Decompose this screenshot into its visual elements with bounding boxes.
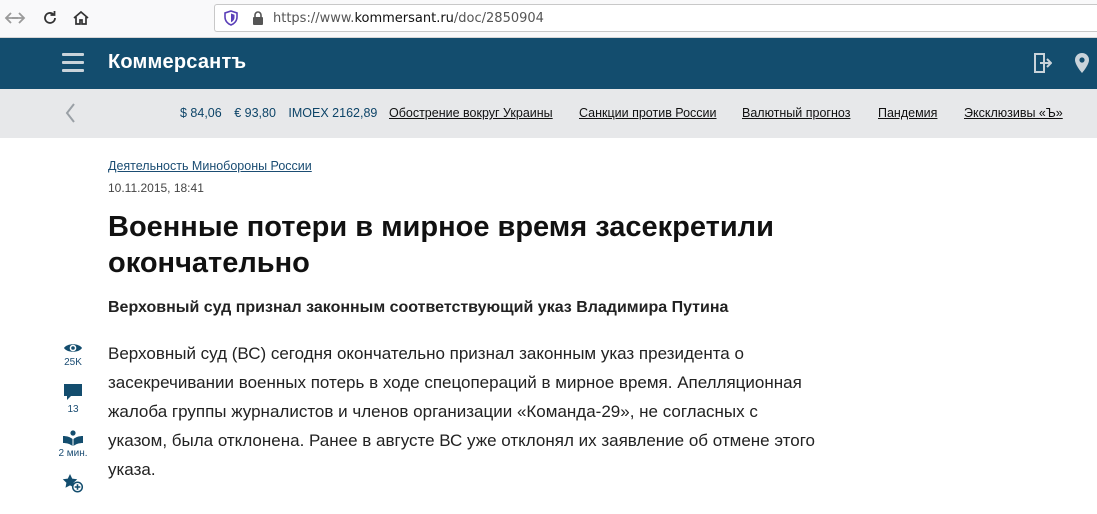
home-icon <box>73 10 89 25</box>
comments-button[interactable]: 13 <box>54 383 92 415</box>
shield-icon[interactable] <box>223 10 239 26</box>
title-line-2: окончательно <box>108 247 310 279</box>
url-prefix: https://www. <box>273 11 355 26</box>
views-count: 25K <box>64 357 82 368</box>
comments-count: 13 <box>67 404 79 415</box>
url-path: /doc/2850904 <box>453 11 544 26</box>
article-date: 10.11.2015, 18:41 <box>108 181 204 195</box>
lock-icon[interactable] <box>251 10 265 26</box>
url-text[interactable]: https://www.kommersant.ru/doc/2850904 <box>273 11 544 26</box>
chevron-left-icon[interactable] <box>64 102 78 124</box>
browser-toolbar: https://www.kommersant.ru/doc/2850904 <box>0 0 1097 38</box>
ticker-link-pandemic[interactable]: Пандемия <box>878 106 937 120</box>
read-time-label: 2 мин. <box>58 448 88 459</box>
hamburger-menu-icon[interactable] <box>62 53 84 73</box>
site-logo[interactable]: Коммерсантъ <box>108 51 246 74</box>
add-to-favorites-button[interactable] <box>54 473 92 493</box>
currency-quotes: $ 84,06 € 93,80 IMOEX 2162,89 <box>180 106 386 120</box>
article-title: Военные потери в мирное время засекретил… <box>108 209 848 281</box>
forward-button[interactable] <box>6 6 30 30</box>
home-button[interactable] <box>69 6 93 30</box>
article-body: Верховный суд (ВС) сегодня окончательно … <box>108 339 828 484</box>
address-bar[interactable]: https://www.kommersant.ru/doc/2850904 <box>214 4 1097 32</box>
usd-quote[interactable]: $ 84,06 <box>180 106 222 120</box>
body-line: указа. <box>108 460 156 479</box>
article-subtitle: Верховный суд признал законным соответст… <box>108 299 729 316</box>
site-header: Коммерсантъ <box>0 38 1097 89</box>
login-icon[interactable] <box>1032 52 1052 74</box>
url-domain: kommersant.ru <box>354 11 454 26</box>
forward-arrow-icon <box>12 12 26 24</box>
location-pin-icon[interactable] <box>1073 52 1091 74</box>
body-line: засекречивании военных потерь в ходе спе… <box>108 373 802 392</box>
views-counter: 25K <box>54 341 92 368</box>
book-icon <box>63 430 83 446</box>
reload-icon <box>44 11 56 24</box>
body-line: жалоба группы журналистов и членов орган… <box>108 402 758 421</box>
ticker-bar: $ 84,06 € 93,80 IMOEX 2162,89 Обострение… <box>0 89 1097 138</box>
imoex-quote[interactable]: IMOEX 2162,89 <box>288 106 377 120</box>
favorite-add-icon <box>62 474 84 493</box>
title-line-1: Военные потери в мирное время засекретил… <box>108 211 774 243</box>
read-time: 2 мин. <box>54 430 92 459</box>
body-line: указом, была отклонена. Ранее в августе … <box>108 431 815 450</box>
body-line: Верховный суд (ВС) сегодня окончательно … <box>108 344 744 363</box>
eur-quote[interactable]: € 93,80 <box>234 106 276 120</box>
reload-button[interactable] <box>38 6 62 30</box>
eye-icon <box>64 344 82 352</box>
ticker-link-ukraine[interactable]: Обострение вокруг Украины <box>389 106 553 120</box>
ticker-link-exclusives[interactable]: Эксклюзивы «Ъ» <box>964 106 1063 120</box>
comment-icon <box>64 384 82 400</box>
article-rubric[interactable]: Деятельность Минобороны России <box>108 159 312 173</box>
ticker-link-sanctions[interactable]: Санкции против России <box>579 106 717 120</box>
ticker-link-currency-forecast[interactable]: Валютный прогноз <box>742 106 850 120</box>
